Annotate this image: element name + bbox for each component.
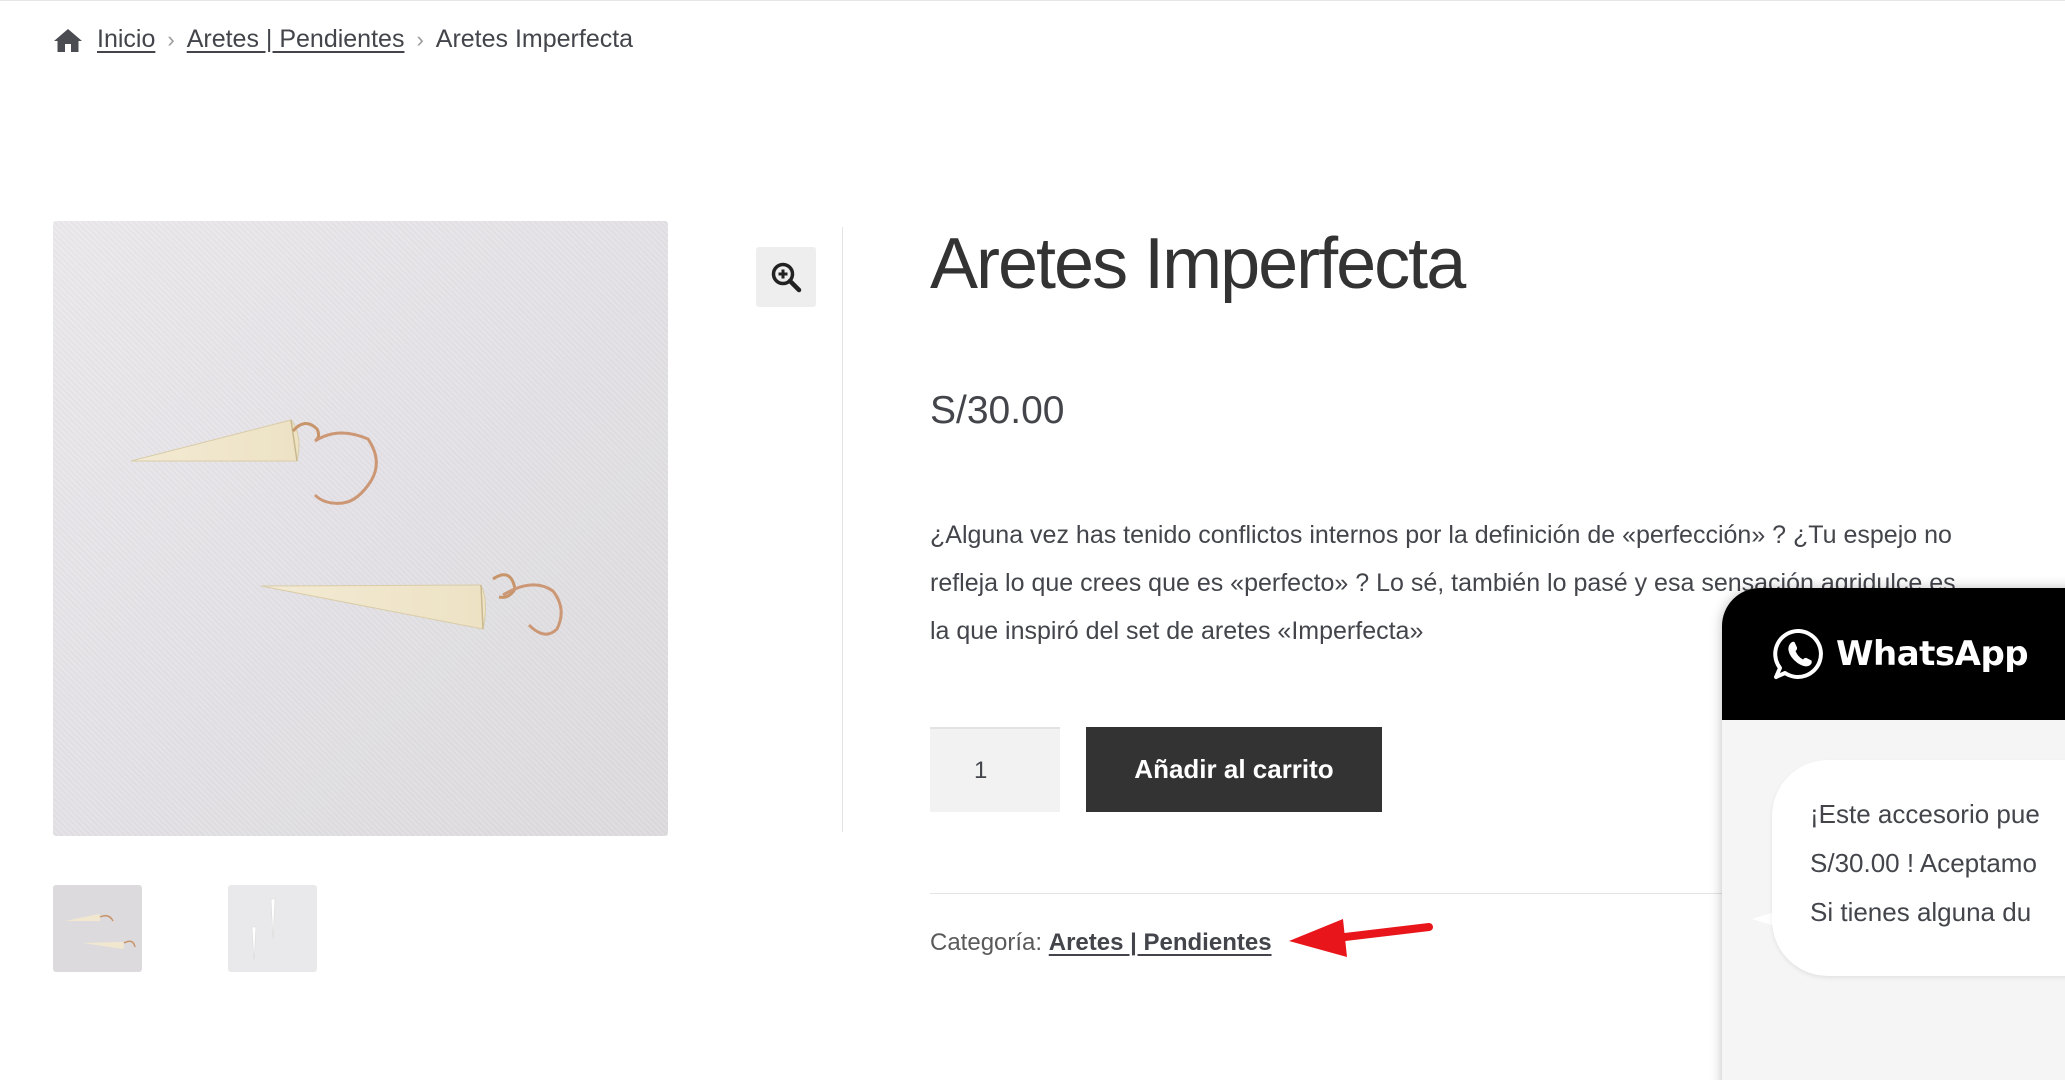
whatsapp-icon	[1773, 628, 1823, 679]
meta-divider	[930, 893, 1730, 894]
zoom-button[interactable]	[756, 247, 816, 307]
product-main-image[interactable]	[53, 221, 668, 836]
product-page: Inicio › Aretes | Pendientes › Aretes Im…	[0, 0, 2065, 1080]
chevron-right-icon: ›	[416, 26, 424, 52]
breadcrumb-home-link[interactable]: Inicio	[97, 25, 155, 54]
product-category: Categoría: Aretes | Pendientes	[930, 929, 1272, 957]
gallery-divider	[842, 227, 843, 832]
category-label: Categoría:	[930, 929, 1043, 956]
breadcrumb-current: Aretes Imperfecta	[435, 25, 634, 53]
message-line: ¡Este accesorio pue	[1810, 799, 2040, 829]
product-title: Aretes Imperfecta	[930, 224, 1466, 304]
whatsapp-message-bubble: ¡Este accesorio pue S/30.00 ! Aceptamo S…	[1772, 760, 2065, 976]
whatsapp-header: WhatsApp	[1722, 588, 2065, 720]
zoom-in-icon	[771, 262, 802, 293]
earrings-photo	[130, 419, 563, 636]
message-line: S/30.00 ! Aceptamo	[1810, 848, 2037, 878]
chevron-right-icon: ›	[167, 26, 175, 52]
add-to-cart-button[interactable]: Añadir al carrito	[1086, 727, 1382, 812]
message-line: Si tienes alguna du	[1810, 897, 2032, 927]
breadcrumb: Inicio › Aretes | Pendientes › Aretes Im…	[53, 25, 633, 54]
category-link[interactable]: Aretes | Pendientes	[1049, 929, 1272, 956]
quantity-input[interactable]	[930, 727, 1060, 812]
description-line: ¿Alguna vez has tenido conflictos intern…	[930, 521, 1952, 549]
whatsapp-brand: WhatsApp	[1836, 634, 2029, 674]
breadcrumb-category-link[interactable]: Aretes | Pendientes	[187, 25, 405, 54]
red-arrow-annotation	[1289, 919, 1433, 957]
product-price: S/30.00	[930, 389, 1065, 432]
whatsapp-chat-widget[interactable]: WhatsApp ¡Este accesorio pue S/30.00 ! A…	[1722, 588, 2065, 1080]
gallery-thumbnail[interactable]	[228, 885, 317, 972]
gallery-thumbnail[interactable]	[53, 885, 142, 972]
home-icon[interactable]	[53, 27, 83, 53]
